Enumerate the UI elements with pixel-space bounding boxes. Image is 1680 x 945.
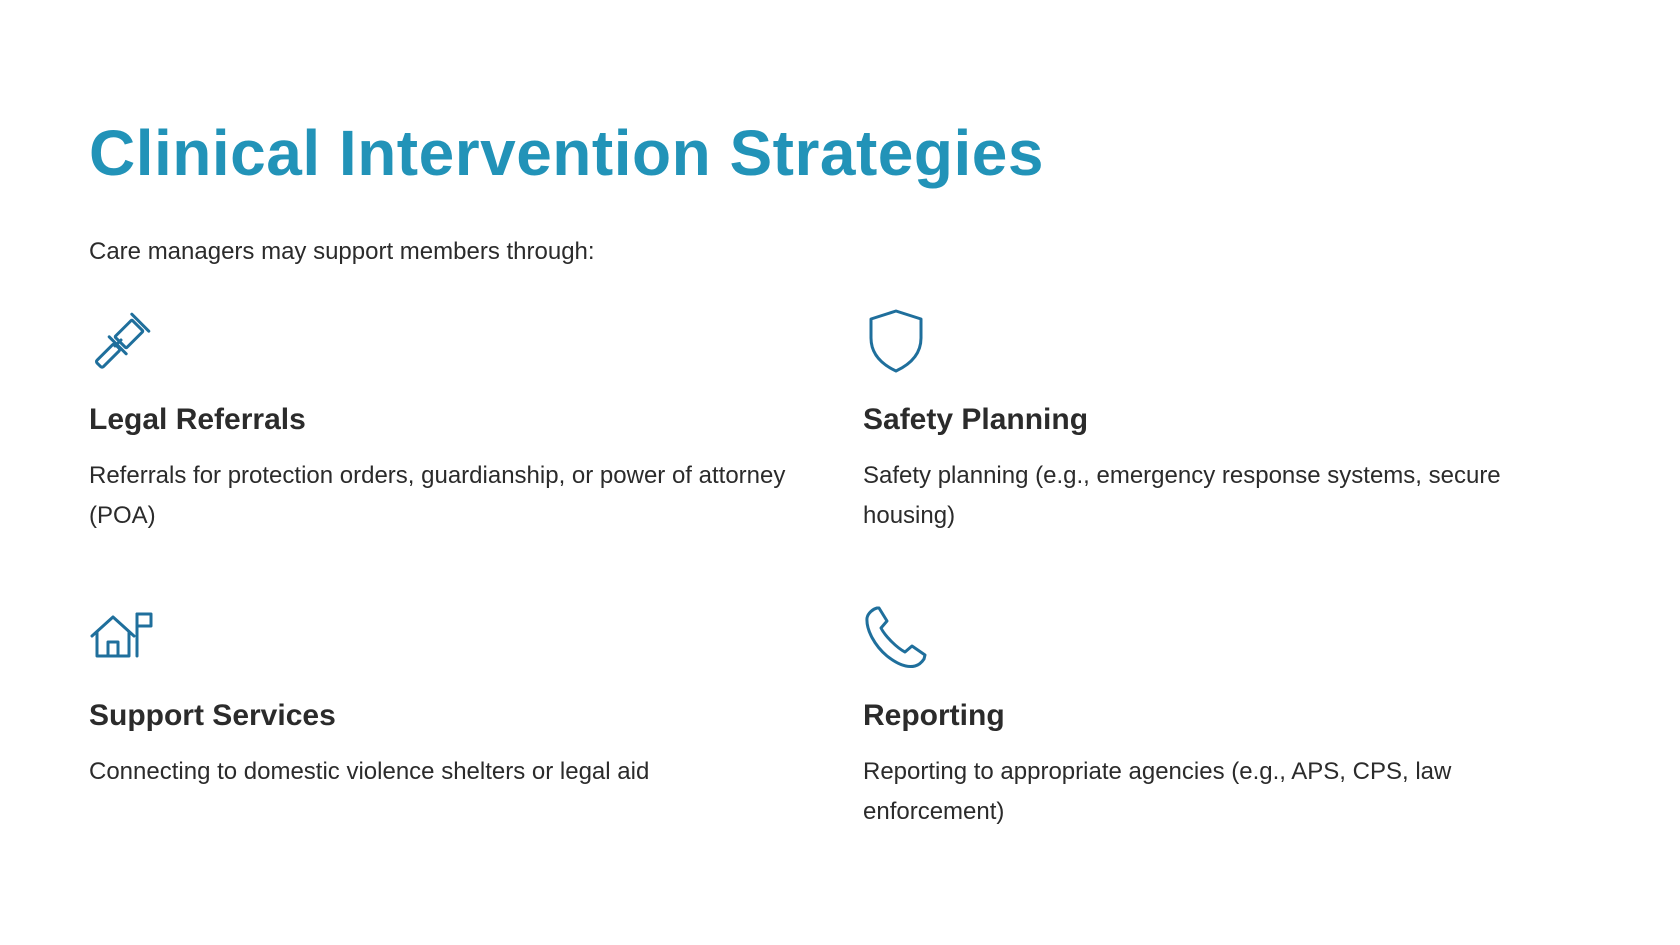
strategy-card-support-services: Support Services Connecting to domestic … [89,604,863,864]
strategy-heading: Reporting [863,698,1005,732]
gavel-icon [89,308,155,374]
strategy-heading: Support Services [89,698,336,732]
strategy-card-legal-referrals: Legal Referrals Referrals for protection… [89,308,863,604]
strategy-description: Connecting to domestic violence shelters… [89,757,650,785]
strategy-description: Safety planning (e.g., emergency respons… [863,461,1501,529]
strategy-heading: Safety Planning [863,402,1089,436]
page-title: Clinical Intervention Strategies [89,117,1044,189]
phone-icon [863,604,929,670]
house-flag-icon [89,604,155,670]
strategy-description: Referrals for protection orders, guardia… [89,461,786,529]
strategy-description: Reporting to appropriate agencies (e.g.,… [863,757,1452,825]
strategy-heading: Legal Referrals [89,402,306,436]
intro-text: Care managers may support members throug… [89,238,595,266]
strategy-card-reporting: Reporting Reporting to appropriate agenc… [863,604,1603,864]
shield-icon [863,308,929,374]
slide: Clinical Intervention Strategies Care ma… [89,118,1609,864]
strategy-grid: Legal Referrals Referrals for protection… [89,308,1609,864]
strategy-card-safety-planning: Safety Planning Safety planning (e.g., e… [863,308,1603,604]
